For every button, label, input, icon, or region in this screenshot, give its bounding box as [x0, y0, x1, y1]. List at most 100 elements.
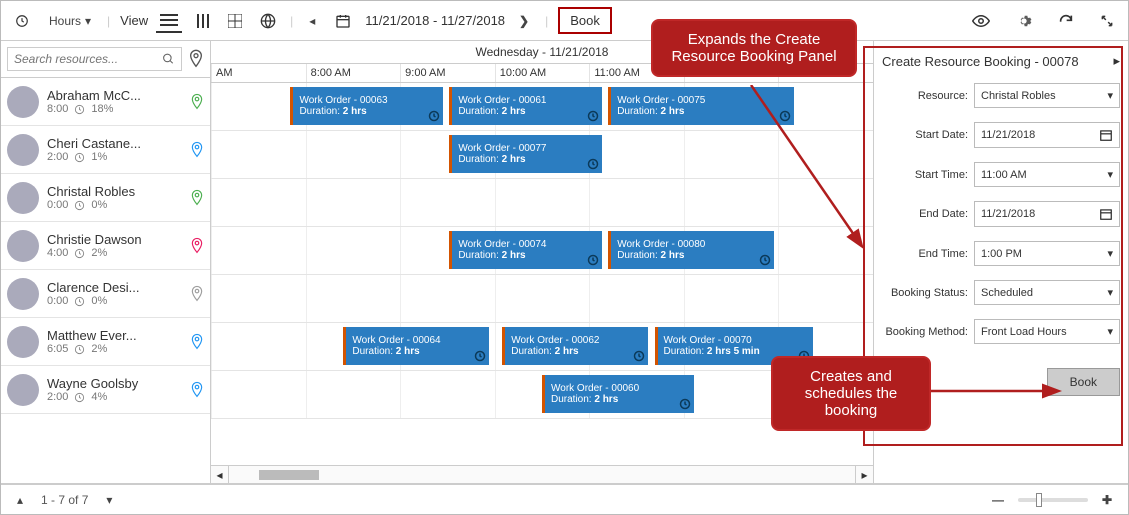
map-pin-icon: [190, 141, 204, 159]
grid-row: [211, 179, 873, 227]
view-map-icon[interactable]: [256, 9, 280, 33]
date-next-button[interactable]: ❯: [513, 10, 535, 32]
search-field[interactable]: [14, 52, 162, 66]
work-order-duration: Duration: 2 hrs: [617, 250, 760, 261]
resource-sidebar: Abraham McC... 8:00 18% Cheri Castane...…: [1, 41, 211, 483]
gear-icon[interactable]: [1010, 9, 1038, 33]
resource-item[interactable]: Cheri Castane... 2:00 1%: [1, 126, 210, 174]
date-range: 11/21/2018 - 11/27/2018: [365, 13, 505, 28]
work-order-block[interactable]: Work Order - 00075 Duration: 2 hrs: [608, 87, 793, 125]
work-order-block[interactable]: Work Order - 00062 Duration: 2 hrs: [502, 327, 648, 365]
pager-text: 1 - 7 of 7: [41, 493, 88, 507]
pager-down-button[interactable]: [100, 489, 118, 511]
avatar: [7, 86, 39, 118]
start-time-select[interactable]: 11:00 AM: [974, 162, 1120, 187]
work-order-block[interactable]: Work Order - 00064 Duration: 2 hrs: [343, 327, 489, 365]
hour-header: 8:00 AM: [306, 64, 401, 82]
resource-item[interactable]: Abraham McC... 8:00 18%: [1, 78, 210, 126]
fullscreen-icon[interactable]: [1094, 9, 1120, 33]
calendar-icon: [1099, 207, 1113, 221]
hours-dropdown[interactable]: Hours: [43, 10, 97, 32]
zoom-slider[interactable]: [1018, 498, 1088, 502]
scroll-left-icon[interactable]: ◂: [211, 466, 229, 483]
method-select[interactable]: Front Load Hours: [974, 319, 1120, 344]
resource-percent: 4%: [91, 391, 107, 403]
chevron-down-icon: [1107, 286, 1113, 299]
work-order-block[interactable]: Work Order - 00061 Duration: 2 hrs: [449, 87, 601, 125]
work-order-block[interactable]: Work Order - 00077 Duration: 2 hrs: [449, 135, 601, 173]
grid-row: Work Order - 00063 Duration: 2 hrs Work …: [211, 83, 873, 131]
resource-percent: 18%: [91, 103, 113, 115]
resource-percent: 2%: [91, 343, 107, 355]
status-select[interactable]: Scheduled: [974, 280, 1120, 305]
zoom-thumb[interactable]: [1036, 493, 1042, 507]
resource-item[interactable]: Wayne Goolsby 2:00 4%: [1, 366, 210, 414]
resource-item[interactable]: Christie Dawson 4:00 2%: [1, 222, 210, 270]
resource-item[interactable]: Matthew Ever... 6:05 2%: [1, 318, 210, 366]
work-order-block[interactable]: Work Order - 00080 Duration: 2 hrs: [608, 231, 774, 269]
clock-icon: [74, 392, 85, 403]
resource-item[interactable]: Christal Robles 0:00 0%: [1, 174, 210, 222]
book-button[interactable]: Book: [558, 7, 612, 34]
resource-time: 6:05: [47, 343, 68, 355]
clock-icon: [633, 350, 645, 362]
chevron-down-icon: [1107, 247, 1113, 260]
resource-time: 8:00: [47, 103, 68, 115]
clock-icon: [587, 158, 599, 170]
pager-up-button[interactable]: [11, 489, 29, 511]
view-list-icon[interactable]: [156, 9, 182, 33]
resource-name: Matthew Ever...: [47, 328, 182, 343]
visibility-icon[interactable]: [966, 9, 996, 33]
resource-percent: 2%: [91, 247, 107, 259]
panel-collapse-icon[interactable]: [1113, 53, 1120, 69]
search-input[interactable]: [7, 47, 182, 71]
panel-book-button[interactable]: Book: [1047, 368, 1120, 396]
resource-select[interactable]: Christal Robles: [974, 83, 1120, 108]
chevron-down-icon: [85, 14, 91, 28]
clock-icon: [679, 398, 691, 410]
work-order-title: Work Order - 00077: [458, 143, 587, 154]
work-order-title: Work Order - 00063: [299, 95, 428, 106]
scroll-thumb[interactable]: [259, 470, 319, 480]
resource-percent: 0%: [91, 295, 107, 307]
view-vertical-icon[interactable]: [192, 10, 214, 32]
resource-item[interactable]: Clarence Desi... 0:00 0%: [1, 270, 210, 318]
start-time-label: Start Time:: [882, 169, 968, 181]
clock-icon: [74, 344, 85, 355]
calendar-icon[interactable]: [329, 9, 357, 33]
work-order-block[interactable]: Work Order - 00074 Duration: 2 hrs: [449, 231, 601, 269]
avatar: [7, 182, 39, 214]
avatar: [7, 278, 39, 310]
end-date-input[interactable]: 11/21/2018: [974, 201, 1120, 227]
clock-icon: [587, 254, 599, 266]
view-grid-icon[interactable]: [224, 10, 246, 32]
zoom-out-button[interactable]: —: [986, 489, 1010, 511]
work-order-title: Work Order - 00075: [617, 95, 779, 106]
work-order-duration: Duration: 2 hrs: [458, 106, 587, 117]
zoom-in-button[interactable]: ✚: [1096, 489, 1118, 511]
location-pin-icon[interactable]: [188, 49, 204, 69]
resource-percent: 1%: [91, 151, 107, 163]
avatar: [7, 134, 39, 166]
refresh-icon[interactable]: [1052, 9, 1080, 33]
start-date-label: Start Date:: [882, 129, 968, 141]
map-pin-icon: [190, 333, 204, 351]
resource-name: Abraham McC...: [47, 88, 182, 103]
work-order-block[interactable]: Work Order - 00060 Duration: 2 hrs: [542, 375, 694, 413]
resource-label: Resource:: [882, 90, 968, 102]
start-date-input[interactable]: 11/21/2018: [974, 122, 1120, 148]
scroll-right-icon[interactable]: ▸: [855, 466, 873, 483]
grid-row: Work Order - 00074 Duration: 2 hrs Work …: [211, 227, 873, 275]
work-order-duration: Duration: 2 hrs: [352, 346, 475, 357]
horizontal-scrollbar[interactable]: ◂ ▸: [211, 465, 873, 483]
clock-icon: [474, 350, 486, 362]
resource-time: 2:00: [47, 151, 68, 163]
end-time-select[interactable]: 1:00 PM: [974, 241, 1120, 266]
work-order-block[interactable]: Work Order - 00063 Duration: 2 hrs: [290, 87, 442, 125]
work-order-title: Work Order - 00074: [458, 239, 587, 250]
resource-list: Abraham McC... 8:00 18% Cheri Castane...…: [1, 78, 210, 483]
map-pin-icon: [190, 285, 204, 303]
map-pin-icon: [190, 381, 204, 399]
search-icon: [162, 52, 175, 66]
date-prev-button[interactable]: [303, 10, 321, 32]
